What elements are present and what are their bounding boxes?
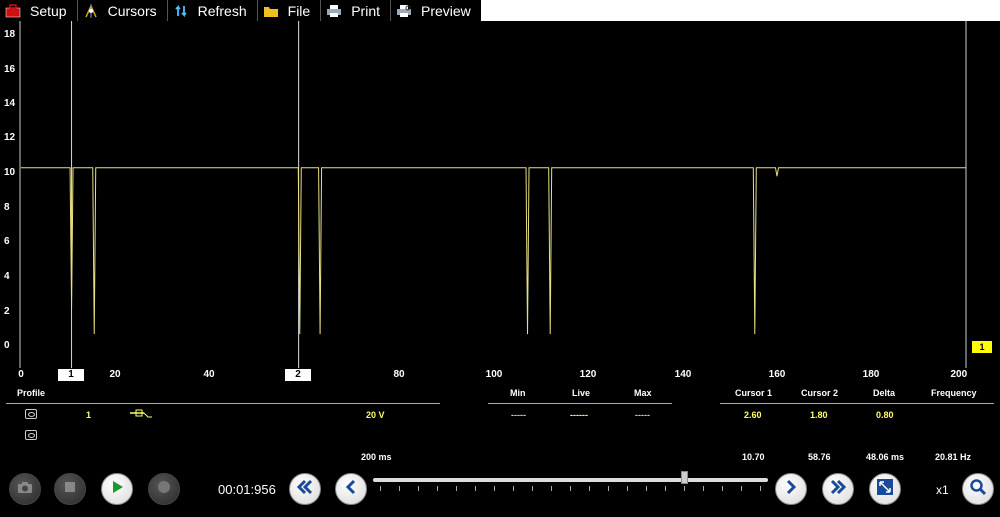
chevron-left-icon [344,479,358,500]
x-tick: 80 [393,369,405,380]
camera-icon [17,480,33,499]
delta-value: 0.80 [876,410,894,420]
max-header: Max [634,388,652,398]
x-tick: 0 [18,369,24,380]
slider-tick [494,486,495,491]
x-tick: 40 [203,369,215,380]
divider [6,403,440,404]
visibility-eye-icon[interactable] [25,430,37,440]
profile-header: Profile [17,388,46,398]
magnifier-icon [969,478,987,501]
slider-tick [399,486,400,491]
x-tick: 140 [674,369,692,380]
waveform-plot [19,21,967,368]
stop-icon [63,480,77,499]
play-button[interactable] [101,473,133,505]
cursor2-value: 1.80 [810,410,828,420]
slider-tick [513,486,514,491]
skip-back-button[interactable] [289,473,321,505]
x-tick: 20 [109,369,121,380]
channel-number: 1 [86,410,92,420]
min-header: Min [510,388,526,398]
slider-tick [703,486,704,491]
x-tick: 120 [579,369,597,380]
divider [720,403,994,404]
double-chevron-left-icon [296,479,314,500]
cursor1-header: Cursor 1 [735,388,773,398]
cursor1-time: 10.70 [742,452,765,462]
channel-badge: 1 [972,341,992,353]
step-back-button[interactable] [335,473,367,505]
buffer-slider[interactable] [373,478,768,482]
slider-tick [456,486,457,491]
frequency-value: 20.81 Hz [935,452,972,462]
slider-tick [684,486,685,491]
camera-button[interactable] [9,473,41,505]
live-value: ------ [570,410,588,420]
slider-tick [532,486,533,491]
cursor1-value: 2.60 [744,410,762,420]
fit-screen-button[interactable] [869,473,901,505]
expand-icon [876,478,894,501]
probe-icon[interactable] [130,409,154,421]
slider-tick [551,486,552,491]
slider-tick [722,486,723,491]
slider-tick [589,486,590,491]
stop-button[interactable] [54,473,86,505]
cursor-2-marker[interactable]: 2 [285,369,311,381]
chevron-right-icon [784,479,798,500]
slider-tick [760,486,761,491]
skip-forward-button[interactable] [822,473,854,505]
x-tick: 100 [485,369,503,380]
step-forward-button[interactable] [775,473,807,505]
slider-tick [418,486,419,491]
delta-header: Delta [873,388,896,398]
max-value: ----- [635,410,650,420]
elapsed-time: 00:01:956 [218,482,276,497]
slider-tick [475,486,476,491]
slider-tick [741,486,742,491]
cursor2-header: Cursor 2 [801,388,839,398]
cursor-1-marker[interactable]: 1 [58,369,84,381]
slider-tick [570,486,571,491]
divider [488,403,672,404]
double-chevron-right-icon [829,479,847,500]
slider-tick [627,486,628,491]
x-tick: 160 [768,369,786,380]
min-value: ----- [511,410,526,420]
slider-thumb[interactable] [681,471,688,484]
record-button[interactable] [148,473,180,505]
slider-tick [608,486,609,491]
timebase-value: 200 ms [361,452,392,462]
voltage-trace [21,167,966,335]
zoom-level: x1 [936,483,949,497]
cursor2-time: 58.76 [808,452,831,462]
slider-tick [437,486,438,491]
delta-time: 48.06 ms [866,452,905,462]
visibility-eye-icon[interactable] [25,409,37,419]
range-value: 20 V [366,410,385,420]
live-header: Live [572,388,591,398]
slider-tick [380,486,381,491]
slider-tick [665,486,666,491]
record-icon [156,479,172,500]
slider-tick [646,486,647,491]
x-tick: 180 [862,369,880,380]
zoom-button[interactable] [962,473,994,505]
play-icon [109,479,125,500]
frequency-header: Frequency [931,388,977,398]
